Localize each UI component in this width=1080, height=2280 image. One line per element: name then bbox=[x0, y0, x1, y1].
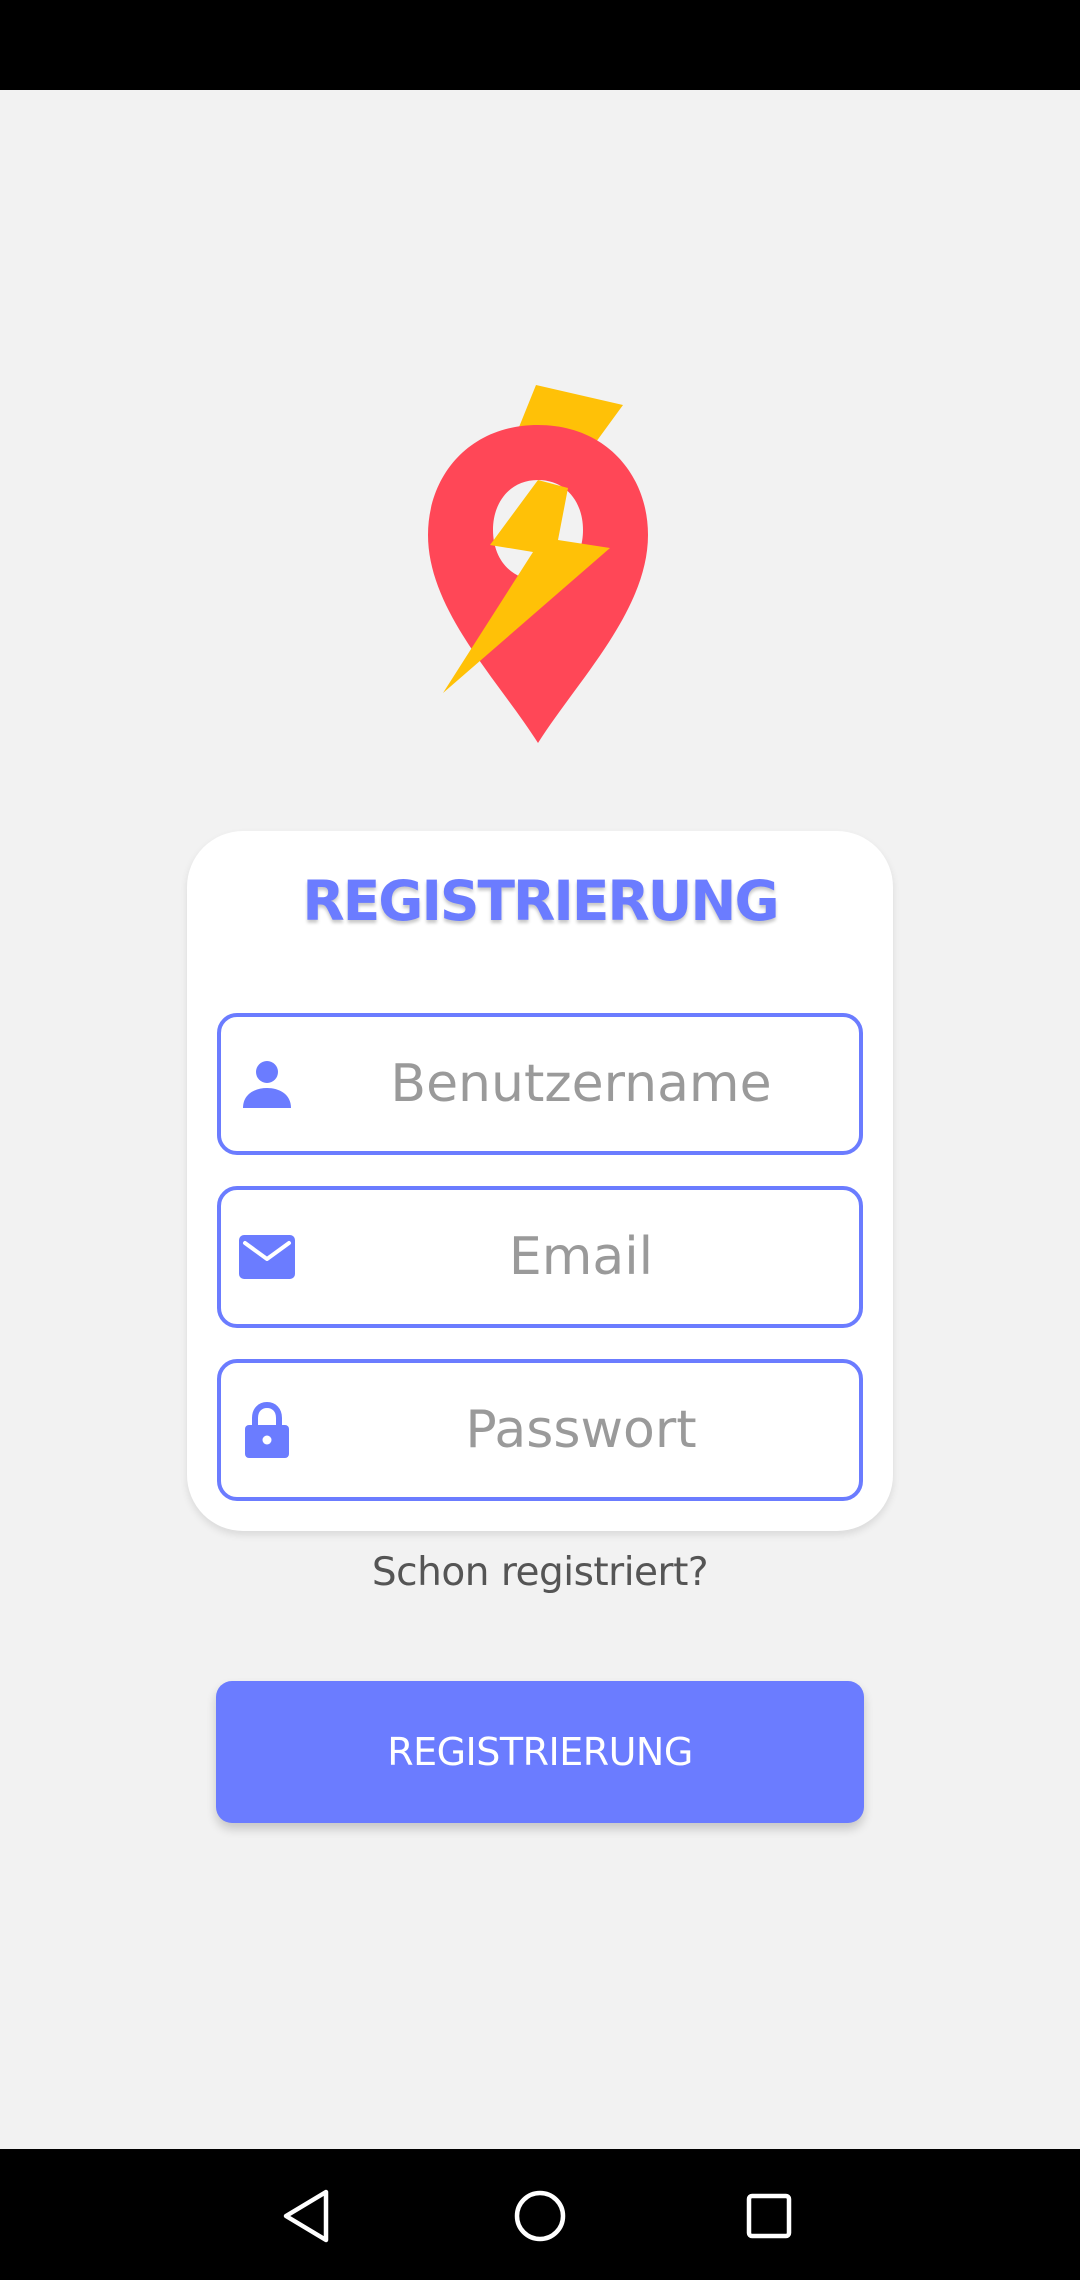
back-triangle-icon[interactable] bbox=[276, 2184, 340, 2248]
password-field[interactable] bbox=[217, 1359, 863, 1501]
register-button[interactable]: REGISTRIERUNG bbox=[216, 1681, 864, 1823]
navigation-bar bbox=[0, 2149, 1080, 2280]
username-field[interactable] bbox=[217, 1013, 863, 1155]
status-bar bbox=[0, 0, 1080, 90]
email-field[interactable] bbox=[217, 1186, 863, 1328]
person-icon bbox=[237, 1054, 297, 1114]
password-input[interactable] bbox=[311, 1363, 851, 1497]
already-registered-link[interactable]: Schon registriert? bbox=[0, 1550, 1080, 1595]
lock-icon bbox=[237, 1400, 297, 1460]
recent-apps-square-icon[interactable] bbox=[737, 2184, 801, 2248]
email-input[interactable] bbox=[311, 1190, 851, 1324]
home-circle-icon[interactable] bbox=[508, 2184, 572, 2248]
app-logo bbox=[418, 380, 658, 750]
registration-card: REGISTRIERUNG bbox=[187, 831, 893, 1531]
username-input[interactable] bbox=[311, 1017, 851, 1151]
card-title: REGISTRIERUNG bbox=[302, 869, 779, 933]
mail-icon bbox=[237, 1227, 297, 1287]
location-pin-lightning-logo bbox=[428, 385, 648, 743]
